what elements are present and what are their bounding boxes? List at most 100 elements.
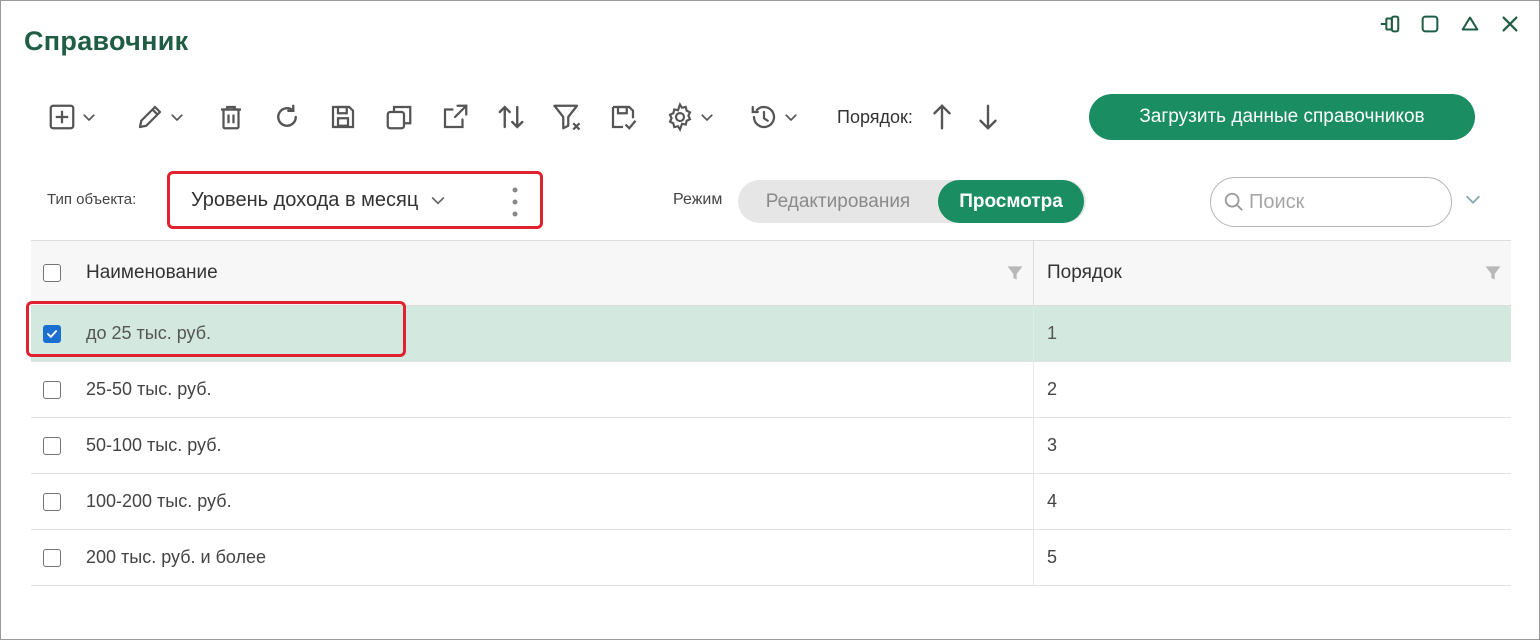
object-type-select[interactable]: Уровень дохода в месяц xyxy=(167,171,543,229)
row-checkbox-cell xyxy=(31,436,73,455)
copy-button[interactable] xyxy=(379,97,419,137)
row-order: 1 xyxy=(1047,323,1058,343)
maximize-icon[interactable] xyxy=(1417,11,1443,37)
order-up-button[interactable] xyxy=(925,97,959,137)
add-button[interactable] xyxy=(39,97,105,137)
row-checkbox[interactable] xyxy=(43,324,61,343)
table-header: Наименование Порядок xyxy=(31,240,1511,306)
data-table: Наименование Порядок до 25 тыс. руб. 1 2… xyxy=(26,240,1511,586)
row-order: 4 xyxy=(1047,491,1058,511)
history-icon xyxy=(751,105,775,129)
export-button[interactable] xyxy=(435,97,475,137)
row-name: 50-100 тыс. руб. xyxy=(86,435,222,455)
column-order-label: Порядок xyxy=(1047,262,1122,283)
order-down-button[interactable] xyxy=(971,97,1005,137)
row-checkbox-cell xyxy=(31,492,73,511)
order-label: Порядок: xyxy=(837,106,913,127)
row-checkbox[interactable] xyxy=(43,436,61,455)
save-check-icon xyxy=(611,105,637,130)
window-title: Справочник xyxy=(24,26,189,56)
row-order: 2 xyxy=(1047,379,1058,399)
refresh-icon xyxy=(277,104,297,127)
row-order-cell: 2 xyxy=(1034,362,1511,417)
header-checkbox-cell xyxy=(31,264,73,282)
save-button[interactable] xyxy=(323,97,363,137)
delete-button[interactable] xyxy=(211,97,251,137)
row-name: 100-200 тыс. руб. xyxy=(86,491,232,511)
row-order: 5 xyxy=(1047,547,1058,567)
settings-button[interactable] xyxy=(657,97,723,137)
toolbar: Порядок: xyxy=(39,95,1005,139)
settings-icon xyxy=(668,102,691,132)
search-options-chevron-icon[interactable] xyxy=(1462,188,1484,210)
column-header-name[interactable]: Наименование xyxy=(73,241,1034,305)
edit-icon xyxy=(138,105,161,129)
table-row[interactable]: 50-100 тыс. руб. 3 xyxy=(31,418,1511,474)
row-name-cell: до 25 тыс. руб. xyxy=(73,306,1034,361)
sort-icon xyxy=(498,105,524,129)
row-name-cell: 200 тыс. руб. и более xyxy=(73,530,1034,585)
copy-icon xyxy=(386,105,412,130)
column-name-label: Наименование xyxy=(86,262,218,283)
window-controls xyxy=(1377,11,1523,37)
save-view-button[interactable] xyxy=(603,97,643,137)
arrow-up-icon xyxy=(933,104,951,130)
collapse-icon[interactable] xyxy=(1457,11,1483,37)
row-order-cell: 4 xyxy=(1034,474,1511,529)
clear-filter-button[interactable] xyxy=(547,97,587,137)
chevron-down-icon xyxy=(82,114,95,122)
arrow-down-icon xyxy=(979,104,997,130)
refresh-button[interactable] xyxy=(267,97,307,137)
reference-window: Справочник Порядок: Загрузить данные спр… xyxy=(0,0,1540,640)
pin-icon[interactable] xyxy=(1377,11,1403,37)
history-button[interactable] xyxy=(741,97,807,137)
table-row[interactable]: 200 тыс. руб. и более 5 xyxy=(31,530,1511,586)
close-icon[interactable] xyxy=(1497,11,1523,37)
row-name-cell: 100-200 тыс. руб. xyxy=(73,474,1034,529)
table-row[interactable]: 25-50 тыс. руб. 2 xyxy=(31,362,1511,418)
row-checkbox[interactable] xyxy=(43,492,61,511)
chevron-down-icon xyxy=(700,114,713,122)
row-order-cell: 1 xyxy=(1034,306,1511,361)
more-options-icon[interactable] xyxy=(512,186,518,218)
object-type-label: Тип объекта: xyxy=(47,191,137,208)
load-reference-data-button[interactable]: Загрузить данные справочников xyxy=(1089,94,1475,140)
search-box xyxy=(1210,177,1452,227)
export-icon xyxy=(443,104,468,129)
row-order: 3 xyxy=(1047,435,1058,455)
object-type-value: Уровень дохода в месяц xyxy=(191,188,419,211)
select-all-checkbox[interactable] xyxy=(43,264,61,282)
chevron-down-icon xyxy=(431,196,445,205)
row-name: 200 тыс. руб. и более xyxy=(86,547,267,567)
table-row[interactable]: до 25 тыс. руб. 1 xyxy=(26,301,1511,362)
row-checkbox[interactable] xyxy=(43,548,61,567)
search-input[interactable] xyxy=(1249,190,1429,214)
row-name-cell: 25-50 тыс. руб. xyxy=(73,362,1034,417)
row-name: до 25 тыс. руб. xyxy=(86,323,212,343)
mode-view-option[interactable]: Просмотра xyxy=(938,180,1084,223)
row-order-cell: 3 xyxy=(1034,418,1511,473)
chevron-down-icon xyxy=(784,114,797,122)
row-name-cell: 50-100 тыс. руб. xyxy=(73,418,1034,473)
row-checkbox-cell xyxy=(31,548,73,567)
filter-icon[interactable] xyxy=(1483,263,1503,283)
sort-button[interactable] xyxy=(491,97,531,137)
table-row[interactable]: 100-200 тыс. руб. 4 xyxy=(31,474,1511,530)
mode-switch: Редактирования Просмотра xyxy=(738,180,1086,223)
check-icon xyxy=(46,329,58,338)
chevron-down-icon xyxy=(170,114,183,122)
filter-icon[interactable] xyxy=(1005,263,1025,283)
row-checkbox-cell xyxy=(31,380,73,399)
search-icon xyxy=(1224,192,1243,211)
row-checkbox[interactable] xyxy=(43,380,61,399)
delete-icon xyxy=(221,105,241,130)
edit-button[interactable] xyxy=(127,97,193,137)
mode-label: Режим xyxy=(673,191,723,208)
column-header-order[interactable]: Порядок xyxy=(1034,241,1511,305)
mode-edit-option[interactable]: Редактирования xyxy=(738,180,938,223)
row-order-cell: 5 xyxy=(1034,530,1511,585)
row-checkbox-cell xyxy=(31,324,73,343)
save-icon xyxy=(331,105,355,129)
row-name: 25-50 тыс. руб. xyxy=(86,379,212,399)
add-icon xyxy=(49,104,74,130)
